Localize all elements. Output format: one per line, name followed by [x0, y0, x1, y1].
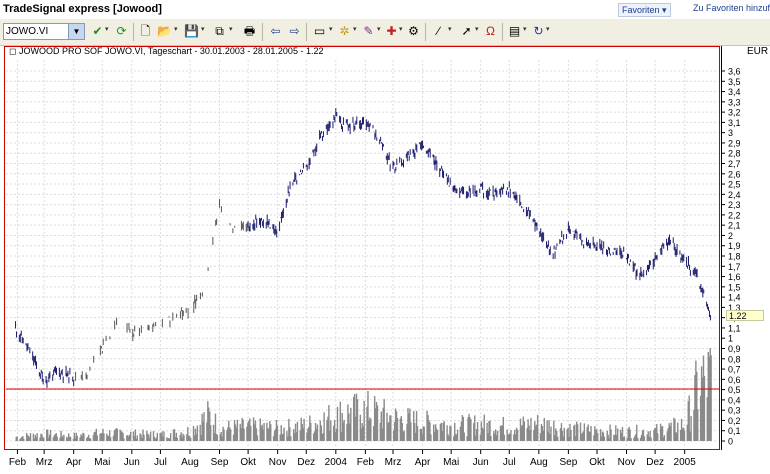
y-tick-label: 2,8 [728, 149, 741, 159]
x-tick-label: Mrz [385, 457, 402, 468]
y-tick-label: 0,8 [728, 354, 741, 364]
y-tick-label: 2,6 [728, 169, 741, 179]
y-tick-label: 0,7 [728, 365, 741, 375]
y-tick-label: 0,5 [728, 385, 741, 395]
x-tick-label: Okt [240, 457, 256, 468]
y-tick-label: 3,6 [728, 67, 741, 77]
x-tick-label: Aug [530, 457, 548, 468]
y-tick-label: 0,9 [728, 344, 741, 354]
y-tick-label: 2,3 [728, 200, 741, 210]
y-tick-label: 2,1 [728, 221, 741, 231]
x-tick-label: Feb [9, 457, 27, 468]
x-tick-label: Aug [181, 457, 199, 468]
y-tick-label: 1,6 [728, 272, 741, 282]
x-tick-label: Mai [443, 457, 459, 468]
y-tick-label: 1,5 [728, 282, 741, 292]
y-tick-label: 2,2 [728, 210, 741, 220]
y-tick-label: 1 [728, 334, 733, 344]
y-tick-label: 2 [728, 231, 733, 241]
y-tick-label: 2,4 [728, 190, 741, 200]
y-axis-panel: 3,6 3,5 3,4 3,3 3,2 3,1 3 2,9 2,8 2,7 2,6 2,5 2,4 2,3… [721, 46, 770, 450]
y-tick-label: 3,5 [728, 77, 741, 87]
y-tick-label: 1,8 [728, 252, 741, 262]
y-tick-label: 1,4 [728, 293, 741, 303]
x-tick-label: Apr [66, 457, 82, 468]
x-tick-label: Feb [357, 457, 375, 468]
x-tick-label: Nov [269, 457, 287, 468]
x-tick-label: Okt [589, 457, 605, 468]
x-tick-label: Sep [559, 457, 577, 468]
x-tick-label: Sep [211, 457, 229, 468]
x-tick-label: Jun [473, 457, 489, 468]
y-tick-label: 2,7 [728, 159, 741, 169]
x-tick-label: Jul [503, 457, 516, 468]
y-tick-label: 3,3 [728, 97, 741, 107]
x-tick-label: Jul [154, 457, 167, 468]
x-tick-label: Dez [297, 457, 315, 468]
x-tick-label: 2005 [674, 457, 697, 468]
x-tick-label: 2004 [325, 457, 348, 468]
chart-caption: ◻ JOWOOD PRO SOF JOWO.VI, Tageschart - 3… [9, 46, 323, 57]
y-tick-label: 0,1 [728, 426, 741, 436]
currency-label: EUR [747, 46, 769, 57]
y-tick-label: 0,4 [728, 395, 741, 405]
last-price-tag: 1.22 [726, 310, 764, 321]
y-tick-label: 1,7 [728, 262, 741, 272]
y-tick-label: 1,9 [728, 241, 741, 251]
x-tick-label: Mai [94, 457, 110, 468]
y-tick-label: 2,5 [728, 180, 741, 190]
y-tick-label: 0 [728, 437, 733, 447]
y-tick-label: 3,2 [728, 108, 741, 118]
chart-title: JOWOOD PRO SOF JOWO.VI, Tageschart - 30.… [19, 46, 324, 56]
x-axis: Feb Mrz Apr Mai Jun Jul Aug Sep Okt Nov Dez 2004 Feb… [0, 450, 770, 471]
chart-window-icon: ◻ [9, 46, 17, 56]
y-tick-label: 0,6 [728, 375, 741, 385]
x-tick-label: Nov [618, 457, 636, 468]
chart-frame [4, 46, 720, 450]
y-tick-label: 3 [728, 128, 733, 138]
y-tick-label: 0,3 [728, 406, 741, 416]
y-tick-label: 2,9 [728, 138, 741, 148]
x-tick-label: Mrz [36, 457, 53, 468]
y-tick-label: 3,4 [728, 87, 741, 97]
y-tick-label: 1,1 [728, 323, 741, 333]
x-tick-label: Jun [124, 457, 140, 468]
y-tick-label: 0,2 [728, 416, 741, 426]
x-tick-label: Dez [646, 457, 664, 468]
y-tick-label: 3,1 [728, 118, 741, 128]
x-tick-label: Apr [415, 457, 431, 468]
